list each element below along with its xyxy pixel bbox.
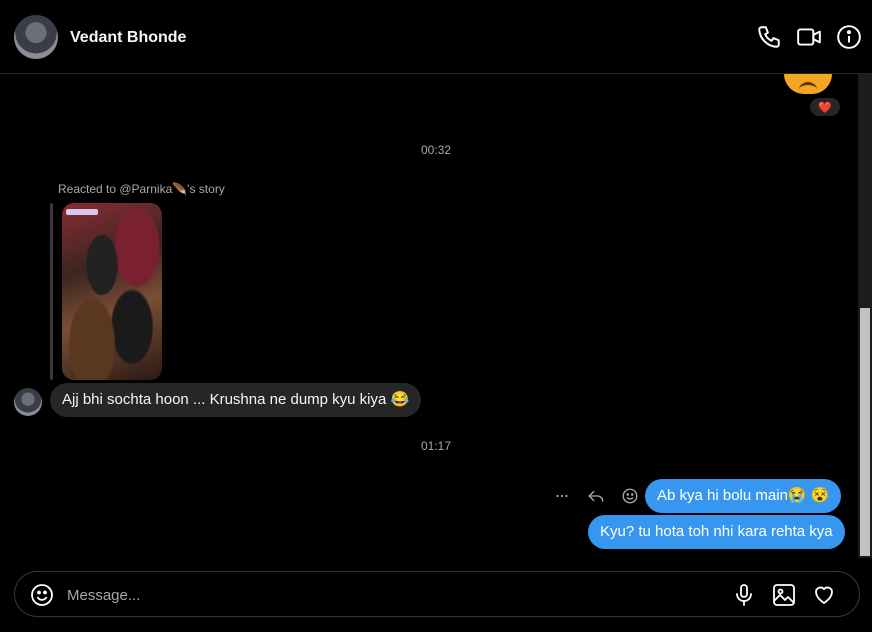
chat-header: Vedant Bhonde [0,0,872,74]
video-camera-icon[interactable] [796,24,822,50]
react-icon[interactable] [620,486,640,506]
story-reply-label: Reacted to @Parnika🪶's story [58,182,225,196]
incoming-message[interactable]: Ajj bhi sochta hoon ... Krushna ne dump … [50,383,422,417]
heart-reaction: ❤️ [818,101,832,114]
story-reply-bar [50,203,53,380]
message-actions [552,485,640,507]
image-icon[interactable] [772,583,796,607]
reaction-pill[interactable]: ❤️ [810,98,840,116]
story-mention-tag [66,209,98,215]
more-icon[interactable] [552,486,572,506]
outgoing-message[interactable]: Kyu? tu hota toh nhi kara rehta kya [588,515,845,549]
microphone-icon[interactable] [732,583,756,607]
sender-avatar[interactable] [14,388,42,416]
scrollbar-thumb[interactable] [860,308,870,556]
info-icon[interactable] [836,24,862,50]
reply-icon[interactable] [586,486,606,506]
timestamp: 00:32 [420,143,452,157]
contact-avatar[interactable] [14,15,58,59]
phone-icon[interactable] [756,24,782,50]
message-composer [14,571,860,617]
story-thumbnail[interactable] [62,203,162,380]
sad-emoji-sticker [784,74,832,94]
message-input[interactable] [65,582,669,608]
timestamp: 01:17 [420,439,452,453]
outgoing-message[interactable]: Ab kya hi bolu main😭 😵 [645,479,842,513]
emoji-icon[interactable] [30,583,54,607]
heart-icon[interactable] [812,583,836,607]
contact-name[interactable]: Vedant Bhonde [70,29,186,47]
